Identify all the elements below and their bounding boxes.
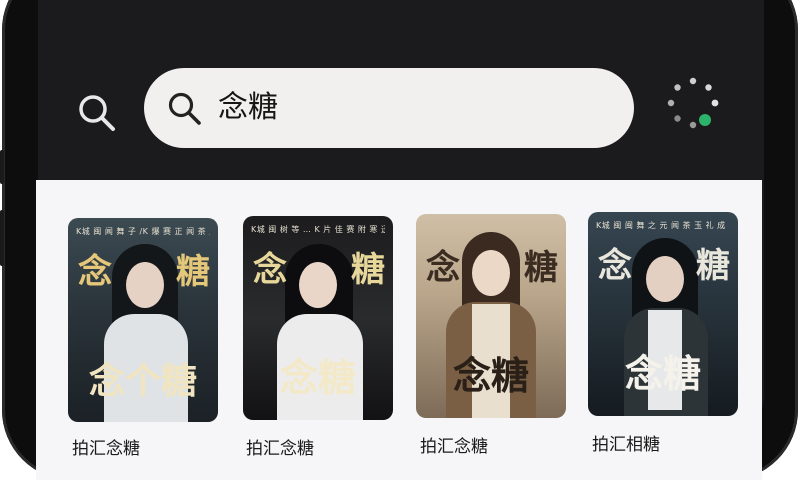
cover-title: 念糖	[279, 355, 356, 400]
search-input[interactable]: 念糖	[144, 68, 634, 148]
cover-figure-face	[472, 250, 510, 296]
book-title[interactable]: 拍汇念糖	[420, 432, 570, 457]
search-query-text[interactable]: 念糖	[218, 88, 278, 128]
book-card[interactable]: K城 闽 闽 舞 之 元 闻 茶 玉 礼 成 念 糖 念糖	[588, 212, 738, 416]
book-title[interactable]: 拍汇相糖	[592, 430, 742, 455]
book-title[interactable]: 拍汇念糖	[72, 434, 222, 459]
cover-char-right: 糖	[176, 252, 210, 292]
cover-char-left: 念	[598, 246, 632, 286]
cover-title: 念糖	[624, 351, 701, 396]
cover-title: 念个糖	[88, 360, 197, 402]
search-button[interactable]	[76, 92, 116, 132]
book-title[interactable]: 拍汇念糖	[246, 434, 396, 459]
volume-button	[0, 150, 4, 184]
cover-title: 念糖	[452, 353, 529, 398]
volume-button	[0, 210, 4, 266]
cover-char-right: 糖	[524, 248, 558, 288]
cover-figure-face	[299, 262, 337, 308]
cover-figure-face	[646, 256, 684, 302]
cover-small-text: K城 闽 闽 舞 之 元 闻 茶 玉 礼 成	[596, 221, 726, 230]
search-bar-area: 念糖	[36, 40, 762, 180]
cover-small-text: K城 闽 闻 舞 子 /K 爆 赛 正 闻 茶 玉 扎 成	[76, 227, 210, 236]
cover-small-text: K城 闽 树 等 … K 片 佳 赛 附 寒 迅 孔 成	[251, 225, 385, 234]
book-card[interactable]: 念 糖 念糖	[416, 214, 566, 418]
search-icon	[168, 92, 201, 125]
book-card[interactable]: K城 闽 树 等 … K 片 佳 赛 附 寒 迅 孔 成 念 糖 念糖	[243, 216, 393, 420]
cover-char-left: 念	[78, 252, 112, 292]
cover-char-left: 念	[253, 250, 287, 290]
book-card[interactable]: K城 闽 闻 舞 子 /K 爆 赛 正 闻 茶 玉 扎 成 念 糖 念个糖	[68, 218, 218, 422]
search-icon	[79, 95, 115, 131]
cover-char-left: 念	[426, 248, 460, 288]
cover-char-right: 糖	[696, 246, 730, 286]
cover-char-right: 糖	[351, 250, 385, 290]
loading-spinner-icon	[667, 77, 719, 129]
cover-figure-face	[126, 262, 164, 308]
